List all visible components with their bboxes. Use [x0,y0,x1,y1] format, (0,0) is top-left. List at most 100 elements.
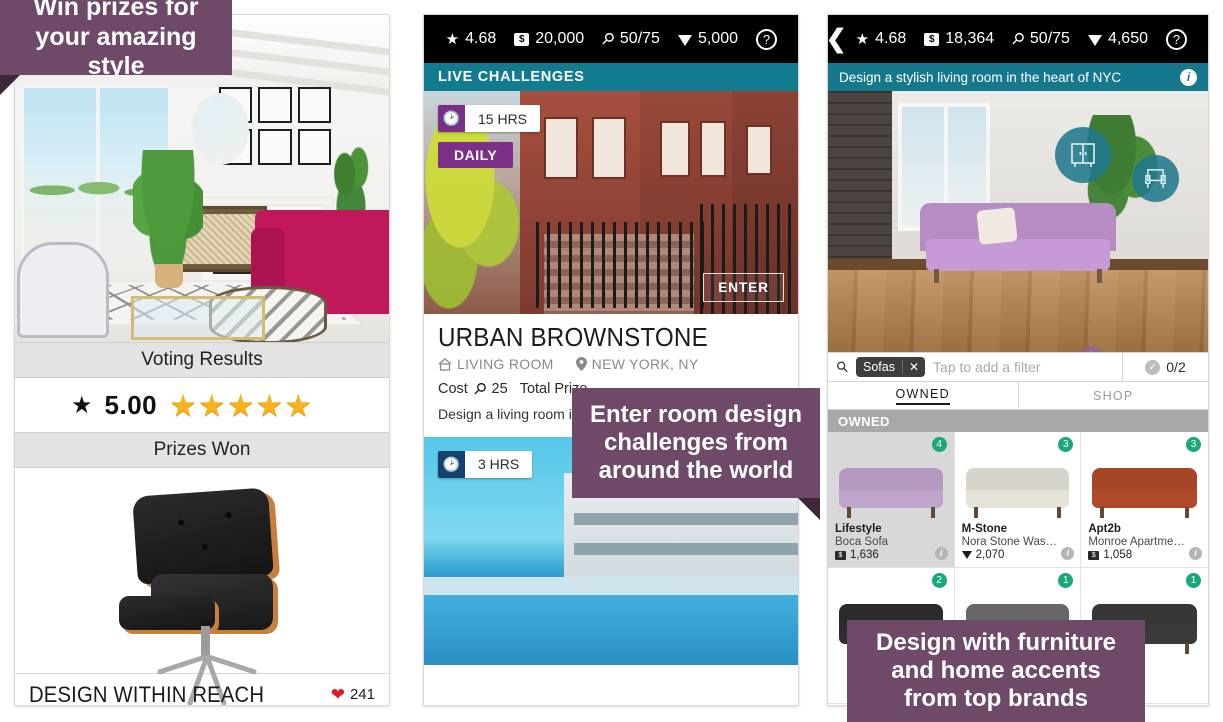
coins-stat: $ 20,000 [505,30,593,48]
rating-value: 4.68 [875,30,907,47]
product-price-value: 2,070 [975,549,1005,561]
sofa-icon [839,474,943,518]
clock-icon: 🕑 [438,450,465,478]
prize-product-row[interactable]: DESIGN WITHIN REACH Eames Chair - Black … [15,673,389,705]
product-name: Monroe Apartment S... [1088,536,1186,548]
money-icon: $ [924,32,940,46]
cabinet-icon [1071,143,1095,167]
callout-fold [798,498,820,520]
money-icon: $ [835,550,846,560]
challenge-brief-bar: Design a stylish living room in the hear… [828,63,1208,91]
status-bar: ❮ ★ 4.68 $ 18,364 ⚲ 50/75 4,650 ? [828,15,1208,63]
callout-fold [0,75,20,95]
product-brand: M-Stone [961,523,1008,535]
star-icon-5: ★ [284,387,313,423]
location-label: NEW YORK, NY [591,356,699,373]
live-challenges-label: LIVE CHALLENGES [438,69,585,85]
key-icon: ⚲ [469,379,490,400]
challenge-timer-badge-2: 🕑 3 HRS [438,450,533,478]
screenshot-stage: Voting Results ★ 5.00 ★ ★ ★ ★ ★ Prizes W… [0,0,1223,722]
close-icon[interactable]: ✕ [901,360,925,374]
filter-input-area[interactable]: ⚲ Sofas ✕ Tap to add a filter [828,357,1122,377]
placed-sofa[interactable] [920,203,1116,287]
product-name: Boca Sofa [835,536,889,548]
check-icon: ✓ [1145,359,1161,375]
pin-icon [575,357,587,372]
help-button[interactable]: ? [747,28,786,50]
sofa-icon [965,474,1070,518]
coins-value: 18,364 [945,30,995,47]
keys-value: 50/75 [619,30,660,47]
voting-results-header: Voting Results [15,342,389,378]
product-price-value: 1,636 [850,549,879,561]
gem-icon [961,551,972,559]
product-card[interactable]: 3 Apt2b Monroe Apartment S... $ 1,058 i [1081,432,1208,568]
challenge-title: URBAN BROWNSTONE [438,322,708,352]
star-icon: ★ [445,30,460,48]
status-bar: ★ 4.68 $ 20,000 ⚲ 50/75 5,000 ? [424,15,798,63]
item-counter-value: 0/2 [1166,359,1186,375]
location: NEW YORK, NY [575,356,699,373]
prize-image-area [15,468,389,705]
star-icon: ★ [855,30,870,48]
challenge-time-left-2: 3 HRS [478,456,520,473]
coins-value: 20,000 [535,30,585,47]
info-icon[interactable]: i [1061,547,1075,560]
chair-marker[interactable] [1132,155,1179,202]
product-price-value: 1,058 [1103,549,1133,561]
challenge-meta: LIVING ROOM NEW YORK, NY [438,356,784,372]
callout-design-furniture: Design with furniture and home accents f… [847,620,1145,722]
house-icon [438,357,452,371]
product-name: Nora Stone Washed S... [961,536,1059,548]
likes-count: 241 [349,686,375,703]
callout-enter-challenges: Enter room design challenges from around… [572,388,820,520]
clock-icon: 🕑 [438,105,465,132]
product-brand: Lifestyle [835,523,882,535]
star-icon-4: ★ [255,387,284,423]
rating-value: 4.68 [465,30,497,47]
prize-product-text: DESIGN WITHIN REACH Eames Chair - Black [29,682,285,705]
tab-owned[interactable]: OWNED [828,382,1018,409]
info-icon[interactable]: i [934,547,948,560]
star-icon-2: ★ [197,387,226,423]
product-caption: Lifestyle Boca Sofa $ 1,636 [835,523,932,561]
key-icon: ⚲ [1007,29,1028,50]
filter-placeholder: Tap to add a filter [933,359,1041,375]
rating-stat: ★ 4.68 [847,30,916,48]
filter-bar: ⚲ Sofas ✕ Tap to add a filter ✓ 0/2 [828,352,1208,382]
panel-live-challenges: ★ 4.68 $ 20,000 ⚲ 50/75 5,000 ? LIVE CHA… [423,14,799,706]
cabinet-marker[interactable] [1055,127,1111,183]
info-icon[interactable]: i [1180,68,1197,86]
star-icon: ★ [71,391,93,419]
challenge-card-1[interactable]: 🕑 15 HRS DAILY ENTER URBAN BROWNSTONE LI… [424,91,798,437]
prizes-won-label: Prizes Won [153,439,251,460]
product-card[interactable]: 3 M-Stone Nora Stone Washed S... 2,070 i [954,432,1082,568]
back-button[interactable]: ❮ [828,26,847,52]
help-button[interactable]: ? [1157,28,1196,50]
cost-label: Cost [438,381,468,398]
panel-room-editor: ❮ ★ 4.68 $ 18,364 ⚲ 50/75 4,650 ? Design [827,14,1209,706]
callout-win-prizes-text: Win prizes for your amazing style [33,0,199,81]
gems-stat: 4,650 [1079,30,1157,48]
money-icon: $ [1088,550,1100,560]
challenge-brief-text: Design a stylish living room in the hear… [839,69,1122,85]
item-counter: ✓ 0/2 [1122,353,1208,381]
rating-stat: ★ 4.68 [437,30,506,48]
star-icon-1: ★ [169,387,197,423]
rating-row: ★ 5.00 ★ ★ ★ ★ ★ [15,378,389,432]
heart-icon: ❤ [330,684,345,704]
info-icon[interactable]: i [1188,547,1202,560]
filter-chip-sofas[interactable]: Sofas ✕ [856,357,926,377]
challenge-tag-daily: DAILY [438,142,514,168]
cost-value: 25 [491,381,508,398]
product-price: $ 1,058 [1088,549,1186,561]
gems-value: 5,000 [697,30,738,47]
callout-design-furniture-text: Design with furniture and home accents f… [876,628,1116,713]
eames-chair-image [15,476,389,705]
room-design-canvas[interactable]: + + [828,91,1208,352]
product-card[interactable]: 4 Lifestyle Boca Sofa $ 1,636 i [828,432,955,568]
enter-button[interactable]: ENTER [703,273,784,302]
tab-shop[interactable]: SHOP [1017,382,1209,409]
prizes-won-header: Prizes Won [15,432,389,468]
product-thumb [962,450,1074,520]
